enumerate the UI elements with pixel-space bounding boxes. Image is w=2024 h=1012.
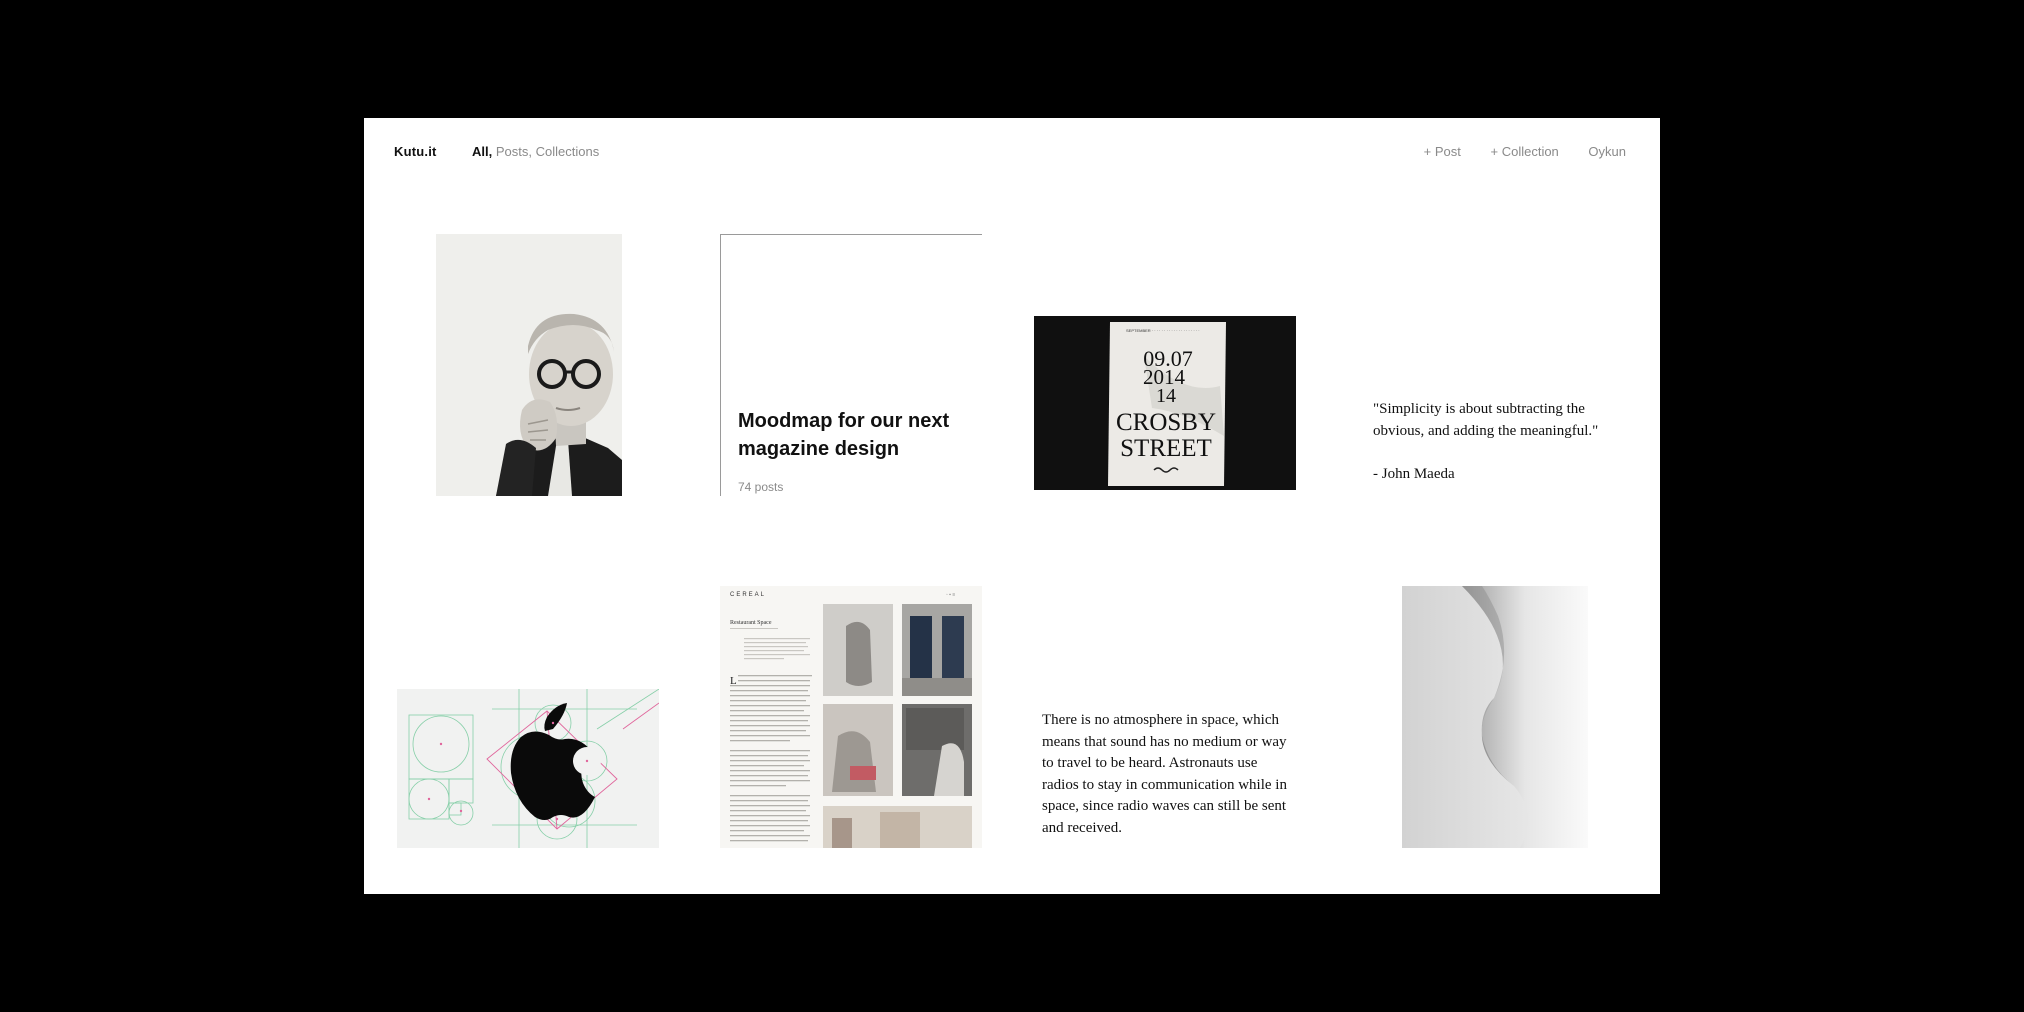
text-post-card[interactable]: There is no atmosphere in space, which m…: [1042, 710, 1292, 840]
collection-card[interactable]: Moodmap for our next magazine design 74 …: [720, 234, 982, 496]
filter-collections[interactable]: Collections: [536, 144, 600, 159]
filter-posts[interactable]: Posts,: [496, 144, 532, 159]
text-post-body: There is no atmosphere in space, which m…: [1042, 712, 1287, 836]
nav-actions: + Post + Collection Oykun: [1398, 144, 1626, 159]
quote-text: "Simplicity is about subtracting the obv…: [1373, 401, 1599, 439]
magazine-brand: CEREAL: [730, 592, 766, 598]
post-magazine-layout-image[interactable]: CEREAL ◦ ▪ ≡ Restaurant Space L: [720, 586, 982, 848]
magazine-heading: Restaurant Space: [730, 620, 772, 626]
magazine-spread: CEREAL ◦ ▪ ≡ Restaurant Space L: [720, 586, 982, 848]
app-window: Kutu.it All, Posts, Collections + Post +…: [364, 118, 1660, 894]
svg-text:SEPTEMBER · · · · · · · · · ·: SEPTEMBER · · · · · · · · · · · · · · · …: [1126, 328, 1200, 333]
poster-street-line1: CROSBY: [1116, 409, 1216, 436]
add-post-button[interactable]: + Post: [1424, 144, 1461, 159]
user-menu[interactable]: Oykun: [1588, 144, 1626, 159]
apple-logo-grid-illustration: [397, 689, 659, 848]
sculpture-photo: [1402, 586, 1588, 848]
filter-all[interactable]: All,: [472, 144, 492, 159]
post-apple-grid-image[interactable]: [397, 689, 659, 848]
poster-photo: SEPTEMBER · · · · · · · · · · · · · · · …: [1034, 316, 1296, 490]
add-collection-button[interactable]: + Collection: [1491, 144, 1559, 159]
post-sculpture-image[interactable]: [1402, 586, 1588, 848]
quote-author: - John Maeda: [1373, 466, 1455, 482]
svg-text:◦ ▪ ≡: ◦ ▪ ≡: [946, 592, 955, 598]
poster-number: 14: [1156, 385, 1176, 407]
quote-card[interactable]: "Simplicity is about subtracting the obv…: [1373, 398, 1623, 485]
content-filter: All, Posts, Collections: [472, 144, 599, 159]
collection-post-count: 74 posts: [738, 480, 784, 494]
top-nav: Kutu.it All, Posts, Collections + Post +…: [364, 118, 1660, 182]
portrait-photo: [436, 234, 622, 496]
collection-title: Moodmap for our next magazine design: [738, 410, 950, 460]
poster-street-line2: STREET: [1120, 435, 1212, 462]
post-poster-image[interactable]: SEPTEMBER · · · · · · · · · · · · · · · …: [1034, 316, 1296, 490]
brand-logo[interactable]: Kutu.it: [394, 144, 437, 159]
post-portrait-image[interactable]: [436, 234, 622, 496]
